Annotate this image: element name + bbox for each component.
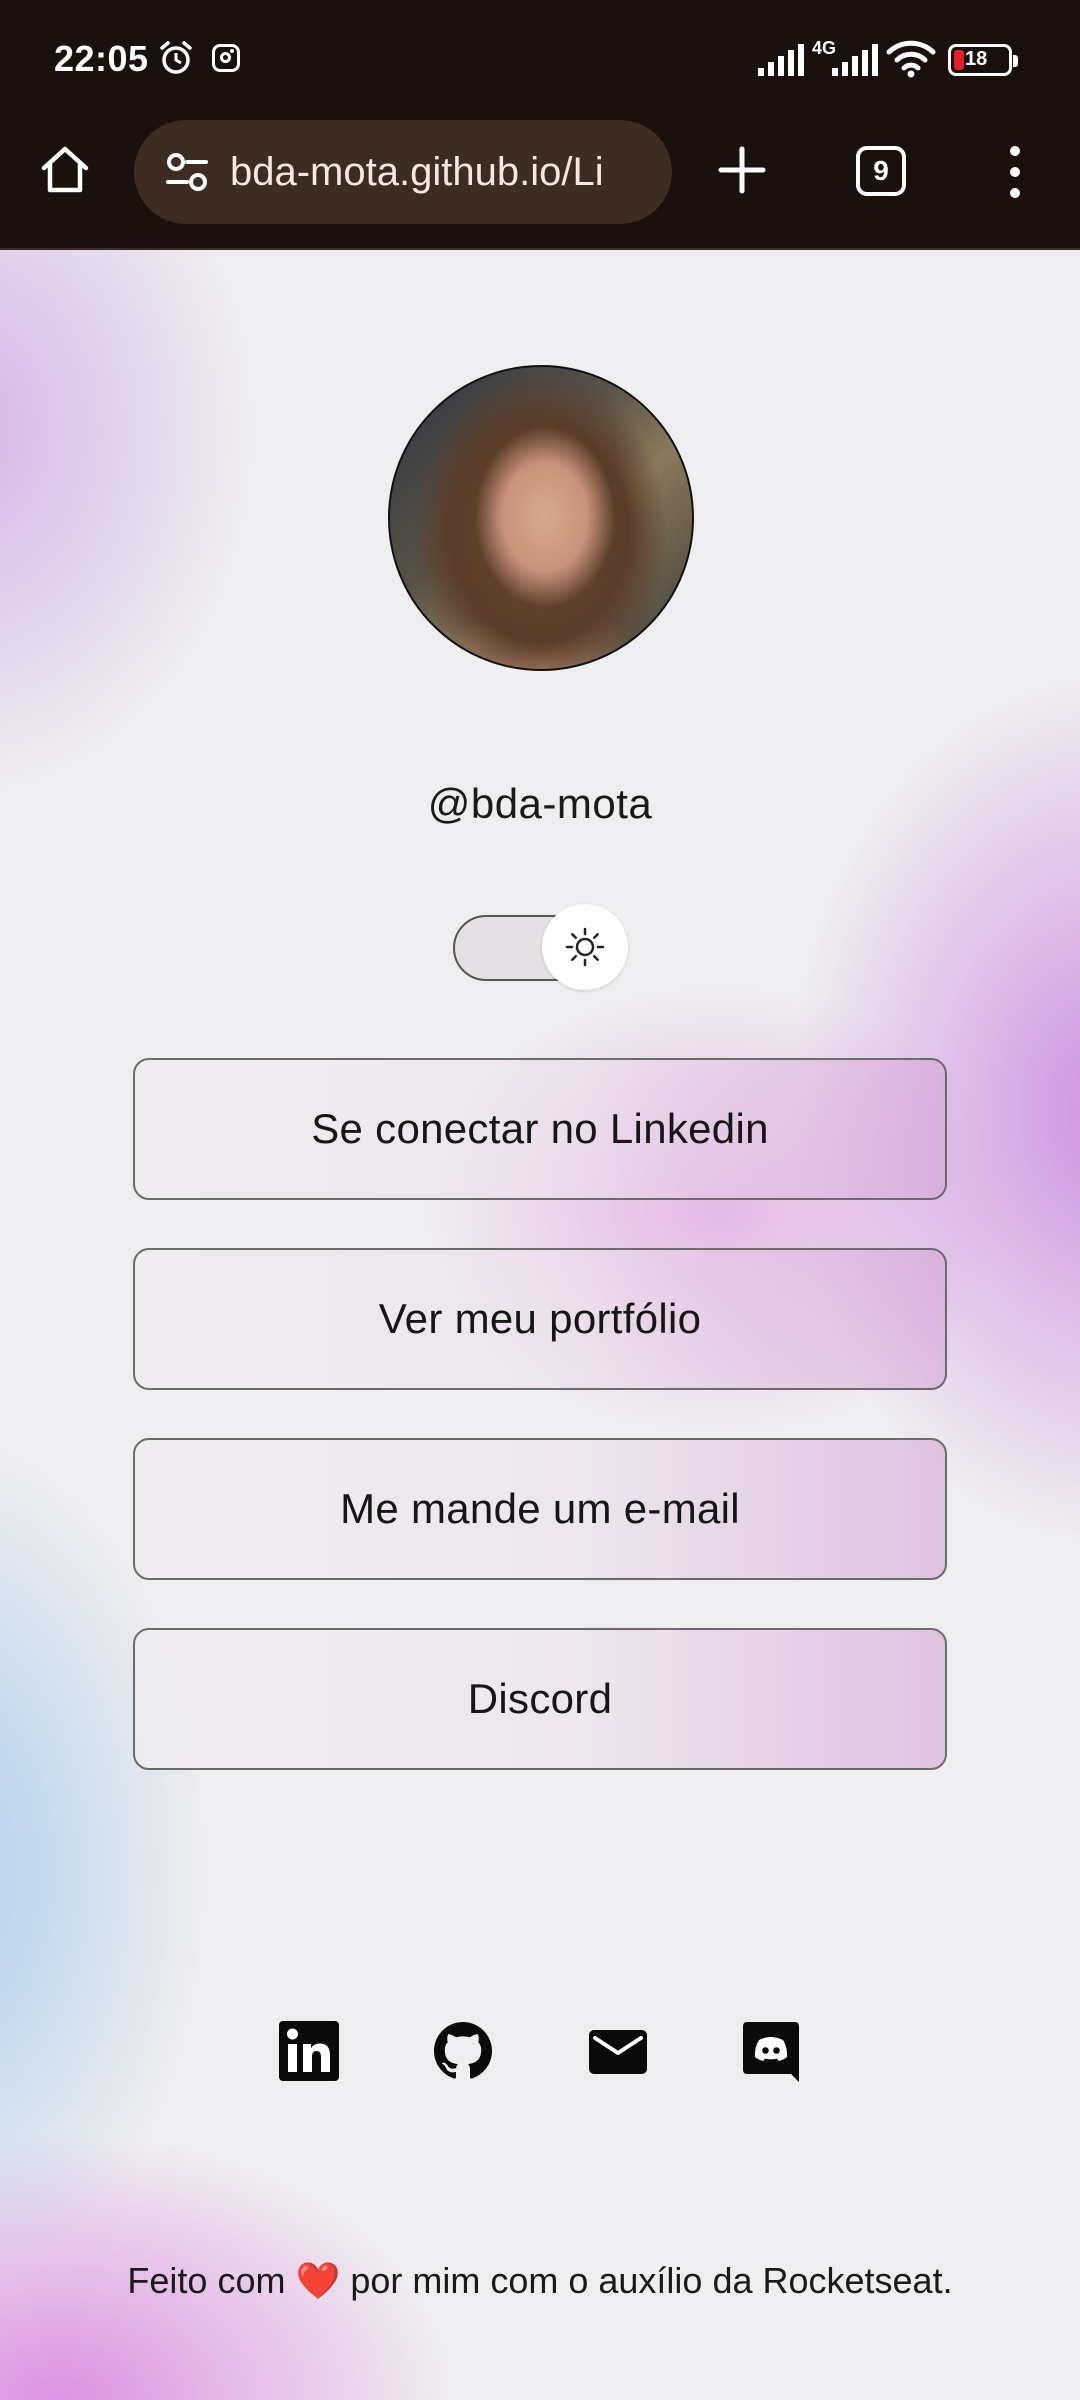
heart-emoji: ❤️ (295, 2260, 341, 2301)
url-text[interactable]: bda-mota.github.io/Li (230, 150, 660, 195)
status-time: 22:05 (54, 38, 149, 79)
tabs-button[interactable]: 9 (856, 146, 906, 196)
discord-icon[interactable] (741, 2020, 803, 2082)
wifi-icon (886, 40, 936, 78)
sun-icon (565, 927, 605, 967)
signal-icon (758, 44, 804, 76)
page-content: @bda-mota Se conectar no Linkedin Ver me… (0, 250, 1080, 2400)
more-menu-icon[interactable] (1000, 144, 1030, 200)
linkedin-icon[interactable] (278, 2020, 340, 2082)
footer-credit: Feito com ❤️ por mim com o auxílio da Ro… (0, 2260, 1080, 2302)
footer-text-end: por mim com o auxílio da Rocketseat. (350, 2260, 953, 2301)
browser-toolbar: bda-mota.github.io/Li 9 (0, 120, 1080, 250)
alarm-icon (160, 41, 192, 74)
address-bar[interactable]: bda-mota.github.io/Li (134, 120, 672, 224)
instagram-icon (212, 44, 240, 72)
battery-icon: 18 (948, 44, 1018, 76)
status-bar: 22:05 4G 18 (0, 0, 1080, 120)
social-links (0, 2020, 1080, 2090)
username: @bda-mota (427, 780, 653, 827)
linkedin-link-button[interactable]: Se conectar no Linkedin (133, 1058, 947, 1200)
new-tab-icon[interactable] (716, 144, 768, 196)
github-icon[interactable] (432, 2020, 494, 2082)
theme-toggle-knob[interactable] (542, 904, 628, 990)
battery-level: 18 (965, 48, 988, 70)
discord-link-button[interactable]: Discord (133, 1628, 947, 1770)
battery-fill (954, 50, 964, 70)
footer-text-start: Feito com (127, 2260, 286, 2301)
email-link-button[interactable]: Me mande um e-mail (133, 1438, 947, 1580)
profile-avatar (388, 365, 694, 671)
site-settings-icon[interactable] (164, 150, 210, 194)
signal-icon (832, 44, 878, 76)
home-icon[interactable] (38, 142, 92, 196)
portfolio-link-button[interactable]: Ver meu portfólio (133, 1248, 947, 1390)
email-icon[interactable] (587, 2020, 649, 2082)
